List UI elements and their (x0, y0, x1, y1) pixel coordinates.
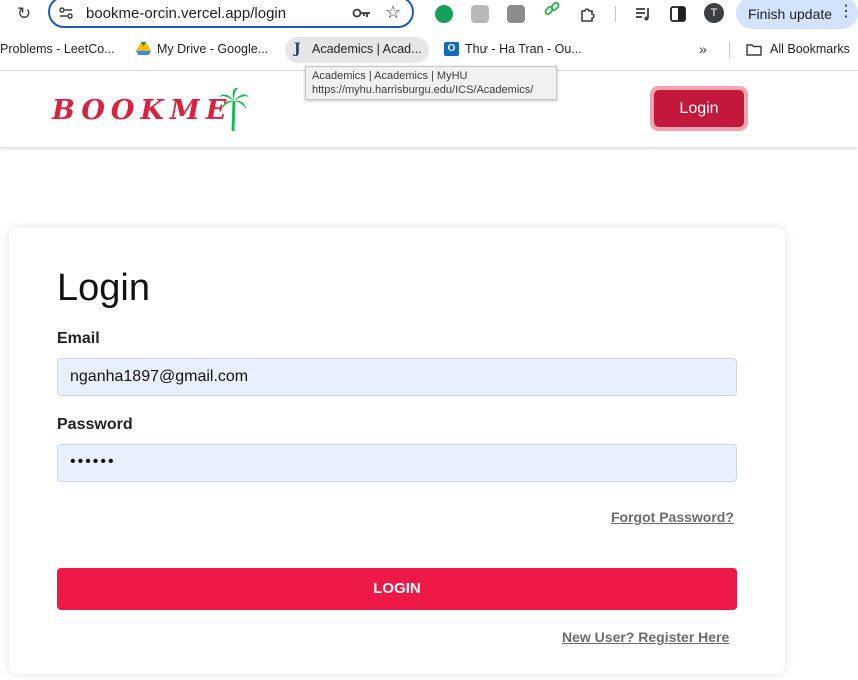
toolbar-divider (615, 6, 616, 22)
folder-icon (746, 44, 762, 56)
reload-icon[interactable]: ↻ (14, 4, 34, 24)
url-text[interactable]: bookme-orcin.vercel.app/login (86, 5, 286, 22)
puzzle-extensions-icon[interactable] (579, 5, 597, 23)
jenzabar-icon: J (294, 41, 301, 57)
password-field-value[interactable]: •••••• (70, 453, 116, 471)
bookme-logo[interactable]: BOOKME (52, 96, 232, 126)
grammarly-extension-icon[interactable] (435, 5, 453, 23)
bookmark-academics[interactable]: Academics | Acad... (312, 42, 422, 57)
password-label: Password (57, 416, 133, 433)
email-label: Email (57, 330, 100, 347)
email-field-value[interactable]: nganha1897@gmail.com (70, 368, 248, 386)
register-link[interactable]: New User? Register Here (562, 629, 729, 645)
password-key-icon[interactable] (352, 5, 372, 21)
bookmark-google-drive[interactable]: My Drive - Google... (157, 42, 268, 57)
link-extension-icon[interactable] (543, 0, 561, 18)
tooltip-title: Academics | Academics | MyHU (312, 70, 468, 82)
header-login-button[interactable]: Login (654, 90, 744, 127)
profile-avatar[interactable]: T (704, 3, 724, 23)
all-bookmarks[interactable]: All Bookmarks (770, 42, 850, 57)
bookmark-leetcode[interactable]: Problems - LeetCo... (0, 42, 115, 57)
login-submit-button[interactable]: LOGIN (57, 568, 737, 610)
extension-icon[interactable] (507, 5, 525, 23)
extension-icon[interactable] (471, 5, 489, 23)
more-bookmarks-chevron-icon[interactable]: » (699, 41, 707, 57)
finish-update-label[interactable]: Finish update (748, 6, 832, 22)
media-controls-icon[interactable] (634, 5, 652, 23)
outlook-icon: O (444, 42, 459, 56)
password-field[interactable] (57, 444, 737, 482)
google-drive-icon (136, 42, 151, 55)
browser-menu-icon[interactable]: ⋮ (838, 4, 854, 20)
bookmarks-divider (729, 42, 730, 58)
bookmark-star-icon[interactable]: ☆ (385, 3, 403, 21)
palm-tree-icon (219, 87, 249, 131)
bookmark-outlook[interactable]: Thư - Ha Tran - Ou... (465, 42, 582, 57)
site-info-icon[interactable] (58, 5, 74, 21)
tooltip-url: https://myhu.harrisburgu.edu/ICS/Academi… (312, 84, 534, 96)
side-panel-icon[interactable] (669, 5, 687, 23)
page-title: Login (57, 267, 150, 309)
forgot-password-link[interactable]: Forgot Password? (611, 509, 734, 525)
